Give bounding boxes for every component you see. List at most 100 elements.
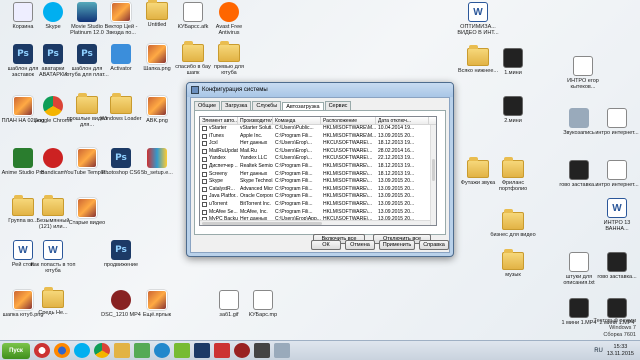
column-header-date-disabled[interactable]: Дата отключ... xyxy=(376,117,429,124)
startup-item-location: HKCU\SOFTWARE\... xyxy=(323,140,373,147)
desktop-icon-sred[interactable]: Средь Не... xyxy=(30,287,76,316)
desktop-icon-intro-internet-2[interactable]: интро интернет... xyxy=(594,160,640,188)
startup-item-label: iTunes xyxy=(209,132,224,139)
explorer-taskbar-icon[interactable] xyxy=(114,343,130,358)
startup-item-row[interactable]: Screeny Нет данных C:\Program Fili... HKLM\… xyxy=(200,171,436,179)
desktop-icon-intro-internet-1[interactable]: интро интернет... xyxy=(594,108,640,136)
startup-item-date-disabled: 10.04.2014 19... xyxy=(378,125,415,131)
dialog-titlebar[interactable]: Конфигурация системы xyxy=(187,83,453,97)
opera-icon[interactable] xyxy=(34,343,50,358)
startup-item-checkbox[interactable] xyxy=(202,141,207,147)
startup-item-row[interactable]: Java Platfor...Oracle Corpora...C:\Progr… xyxy=(200,193,436,201)
desktop-icon-preview[interactable]: превью для ютуба xyxy=(206,41,252,76)
startup-item-row[interactable]: Jcxl Нет данных C:\Users\Егор\... HKCU\SOFT… xyxy=(200,140,436,148)
desktop-icon-muzyk[interactable]: музык xyxy=(490,249,536,278)
upload-taskbar-icon[interactable] xyxy=(174,343,190,358)
desktop-icon-govo-zastavka-2[interactable]: гово заставка... xyxy=(594,252,640,280)
startup-item-date-disabled: 28.02.2014 16... xyxy=(378,147,415,154)
startup-item-row[interactable]: uTorrent BitTorrent Inc. C:\Program Fili..… xyxy=(200,201,436,209)
startup-item-checkbox[interactable] xyxy=(202,179,207,185)
tab-general[interactable]: Общие xyxy=(194,101,221,110)
startup-item-row[interactable]: vStarter vStarter Soluti... C:\Users\Publi… xyxy=(200,125,436,133)
start-button[interactable]: Пуск xyxy=(2,342,30,359)
startup-item-location: HKLM\SOFTWARE\... xyxy=(323,170,372,177)
startup-item-checkbox[interactable] xyxy=(202,149,207,155)
desktop-icon-intro-egor[interactable]: ИНТРО егор кытеков... xyxy=(560,56,606,90)
scrollbar-thumb[interactable] xyxy=(202,222,322,225)
desktop-icon-kubars-mp[interactable]: КУБарс.mp xyxy=(240,290,286,318)
desktop-icon-avast[interactable]: Avast Free Antivirus xyxy=(206,2,252,36)
startup-item-manufacturer: BitTorrent Inc. xyxy=(240,200,271,207)
startup-item-command: C:\Program Fili... xyxy=(275,170,313,177)
desktop-icon-abk-png[interactable]: ABK.png xyxy=(134,96,180,124)
desktop-icon-eshche[interactable]: Ещё.ярлык xyxy=(134,290,180,318)
apply-button[interactable]: Применить xyxy=(379,240,415,250)
tab-services[interactable]: Службы xyxy=(252,101,282,110)
cancel-button[interactable]: Отмена xyxy=(345,240,375,250)
startup-item-checkbox[interactable] xyxy=(202,164,207,170)
startup-item-row[interactable]: CatalystR... Advanced Micr...C:\Program F… xyxy=(200,186,436,194)
clock[interactable]: 15:33 13.11.2015 xyxy=(607,344,634,358)
startup-item-checkbox[interactable] xyxy=(202,133,207,139)
startup-item-location: HKLM\SOFTWARE\... xyxy=(323,162,372,169)
column-header-command[interactable]: Команда xyxy=(273,117,321,124)
column-header-location[interactable]: Расположение xyxy=(321,117,376,124)
startup-item-row[interactable]: McAfee Se... McAfee, Inc. C:\Program Fili.… xyxy=(200,209,436,217)
bandicam-taskbar-icon[interactable] xyxy=(234,343,250,358)
utorrent-taskbar-icon[interactable] xyxy=(134,343,150,358)
desktop-icon-starye-video[interactable]: Старые видео xyxy=(64,198,110,226)
media-player-taskbar-icon[interactable] xyxy=(154,343,170,358)
firefox-icon[interactable] xyxy=(54,343,70,358)
scrollbar-thumb[interactable] xyxy=(432,159,435,181)
startup-item-checkbox[interactable] xyxy=(202,187,207,193)
startup-item-label: Yandex xyxy=(209,155,226,162)
desktop-icon-setup[interactable]: 5b_setup.e... xyxy=(134,148,180,176)
tab-tools[interactable]: Сервис xyxy=(324,101,352,110)
desktop-icon-2-mini[interactable]: 2.мини xyxy=(490,96,536,124)
desktop-icon-biznes[interactable]: бизнес для видео xyxy=(490,209,536,238)
app-taskbar-icon[interactable] xyxy=(214,343,230,358)
startup-item-location: HKLM\SOFTWARE\... xyxy=(323,193,372,200)
startup-item-checkbox[interactable] xyxy=(202,171,207,177)
startup-item-row[interactable]: Skype Skype Technol... C:\Program Fili... H… xyxy=(200,178,436,186)
startup-item-location: HKLM\SOFTWARE\M... xyxy=(323,125,376,131)
horizontal-scrollbar[interactable] xyxy=(200,220,430,225)
desktop-icon-prodvizhenie[interactable]: Ps продвижение xyxy=(98,240,144,268)
startup-item-row[interactable]: Диспетчер ...Realtek Semico...C:\Program… xyxy=(200,163,436,171)
startup-item-row[interactable]: iTunes Apple Inc. C:\Program Fili... HKLM\S… xyxy=(200,133,436,141)
desktop-icon-kak-popast[interactable]: W Как попасть в топ ютуба xyxy=(30,240,76,274)
startup-item-row[interactable]: MailRuUpdaterMail.Ru C:\Users\Егор\... HKC… xyxy=(200,148,436,156)
desktop-icon-optimiza[interactable]: W ОПТИМИЗА... ВИДЕО В ИНТ... xyxy=(455,2,501,36)
msconfig-taskbar-icon[interactable] xyxy=(274,343,290,358)
vegas-taskbar-icon[interactable] xyxy=(254,343,270,358)
chrome-taskbar-icon[interactable] xyxy=(94,343,110,358)
skype-taskbar-icon[interactable] xyxy=(74,343,90,358)
help-button[interactable]: Справка xyxy=(419,240,449,250)
ok-button[interactable]: ОК xyxy=(311,240,341,250)
tab-boot[interactable]: Загрузка xyxy=(221,101,252,110)
desktop-icon-1-mini[interactable]: 1.мини xyxy=(490,48,536,76)
column-header-manufacturer[interactable]: Производитель xyxy=(238,117,273,124)
media-file-icon xyxy=(111,290,131,310)
startup-item-checkbox[interactable] xyxy=(202,156,207,162)
startup-item-checkbox[interactable] xyxy=(202,126,207,132)
photoshop-taskbar-icon[interactable] xyxy=(194,343,210,358)
language-indicator[interactable]: RU xyxy=(594,348,603,354)
desktop-icon-intro-13[interactable]: W ИНТРО 13 ВАННА... xyxy=(594,198,640,232)
vertical-scrollbar[interactable] xyxy=(430,125,436,225)
startup-item-command: C:\Program Fili... xyxy=(275,162,313,169)
startup-item-label: MailRuUpdater xyxy=(209,147,238,154)
file-icon xyxy=(183,2,203,22)
startup-item-checkbox[interactable] xyxy=(202,209,207,215)
startup-item-location: HKCU\SOFTWARE\... xyxy=(323,147,373,154)
desktop-icon-freelance[interactable]: Фриланс портфолио xyxy=(490,157,536,192)
column-header-item[interactable]: Элемент авто... xyxy=(200,117,238,124)
startup-item-date-disabled: 18.12.2013 19... xyxy=(378,170,415,177)
startup-item-manufacturer: Mail.Ru xyxy=(240,147,257,154)
tab-strip: Общие Загрузка Службы Автозагрузка Серви… xyxy=(191,98,449,111)
folder-icon xyxy=(42,195,64,216)
startup-item-checkbox[interactable] xyxy=(202,194,207,200)
startup-item-checkbox[interactable] xyxy=(202,202,207,208)
startup-item-row[interactable]: Yandex Yandex LLC C:\Users\Егор\... HKCU\SO… xyxy=(200,155,436,163)
startup-item-command: C:\Program Fili... xyxy=(275,193,313,200)
